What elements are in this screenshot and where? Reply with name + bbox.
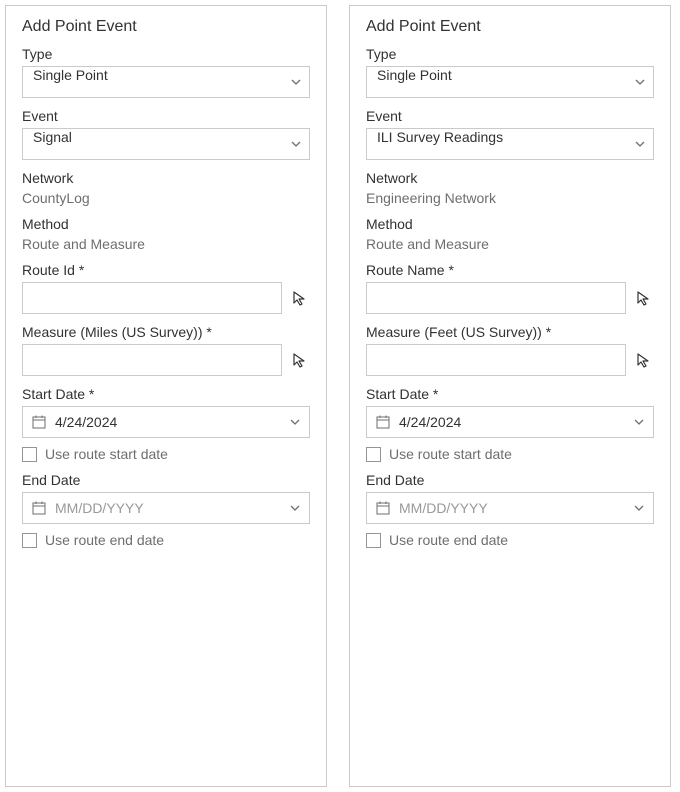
use-route-end-date-label[interactable]: Use route end date: [45, 532, 164, 548]
calendar-icon: [375, 500, 391, 516]
start-date-label: Start Date *: [366, 386, 654, 402]
field-measure: Measure (Miles (US Survey)) *: [22, 324, 310, 376]
cursor-icon: [292, 352, 308, 368]
type-label: Type: [366, 46, 654, 62]
field-event: Event Signal: [22, 108, 310, 160]
map-picker-button[interactable]: [634, 288, 654, 308]
use-route-start-date-label[interactable]: Use route start date: [45, 446, 168, 462]
method-value: Route and Measure: [366, 236, 654, 252]
measure-input[interactable]: [366, 344, 626, 376]
panel-right: Add Point Event Type Single Point Event …: [349, 5, 671, 787]
use-route-start-date-checkbox[interactable]: [366, 447, 381, 462]
field-route: Route Name *: [366, 262, 654, 314]
calendar-icon: [375, 414, 391, 430]
event-label: Event: [22, 108, 310, 124]
event-select-value: ILI Survey Readings: [366, 128, 654, 160]
method-label: Method: [366, 216, 654, 232]
route-label: Route Name *: [366, 262, 654, 278]
use-route-end-date-checkbox[interactable]: [366, 533, 381, 548]
network-value: CountyLog: [22, 190, 310, 206]
end-date-label: End Date: [366, 472, 654, 488]
start-date-value: 4/24/2024: [399, 414, 625, 430]
route-input[interactable]: [366, 282, 626, 314]
field-type: Type Single Point: [22, 46, 310, 98]
chevron-down-icon: [633, 416, 645, 428]
network-value: Engineering Network: [366, 190, 654, 206]
field-network: Network Engineering Network: [366, 170, 654, 206]
cursor-icon: [292, 290, 308, 306]
field-start-date: Start Date * 4/24/2024 Use route start d…: [366, 386, 654, 462]
panel-title: Add Point Event: [22, 18, 310, 36]
field-end-date: End Date MM/DD/YYYY Use route end date: [22, 472, 310, 548]
start-date-label: Start Date *: [22, 386, 310, 402]
measure-label: Measure (Miles (US Survey)) *: [22, 324, 310, 340]
field-method: Method Route and Measure: [366, 216, 654, 252]
event-select[interactable]: ILI Survey Readings: [366, 128, 654, 160]
calendar-icon: [31, 500, 47, 516]
field-method: Method Route and Measure: [22, 216, 310, 252]
event-select[interactable]: Signal: [22, 128, 310, 160]
chevron-down-icon: [633, 502, 645, 514]
panel-title: Add Point Event: [366, 18, 654, 36]
use-route-start-date-label[interactable]: Use route start date: [389, 446, 512, 462]
event-select-value: Signal: [22, 128, 310, 160]
calendar-icon: [31, 414, 47, 430]
use-route-end-date-checkbox[interactable]: [22, 533, 37, 548]
chevron-down-icon: [289, 416, 301, 428]
network-label: Network: [366, 170, 654, 186]
type-select-value: Single Point: [22, 66, 310, 98]
start-date-input[interactable]: 4/24/2024: [22, 406, 310, 438]
panel-left: Add Point Event Type Single Point Event …: [5, 5, 327, 787]
route-input[interactable]: [22, 282, 282, 314]
type-select[interactable]: Single Point: [22, 66, 310, 98]
field-type: Type Single Point: [366, 46, 654, 98]
field-route: Route Id *: [22, 262, 310, 314]
end-date-placeholder: MM/DD/YYYY: [399, 500, 625, 516]
method-label: Method: [22, 216, 310, 232]
map-picker-button[interactable]: [290, 350, 310, 370]
end-date-input[interactable]: MM/DD/YYYY: [22, 492, 310, 524]
map-picker-button[interactable]: [290, 288, 310, 308]
field-event: Event ILI Survey Readings: [366, 108, 654, 160]
network-label: Network: [22, 170, 310, 186]
event-label: Event: [366, 108, 654, 124]
field-network: Network CountyLog: [22, 170, 310, 206]
measure-label: Measure (Feet (US Survey)) *: [366, 324, 654, 340]
type-label: Type: [22, 46, 310, 62]
use-route-end-date-label[interactable]: Use route end date: [389, 532, 508, 548]
end-date-label: End Date: [22, 472, 310, 488]
end-date-input[interactable]: MM/DD/YYYY: [366, 492, 654, 524]
field-start-date: Start Date * 4/24/2024 Use route start d…: [22, 386, 310, 462]
method-value: Route and Measure: [22, 236, 310, 252]
chevron-down-icon: [289, 502, 301, 514]
route-label: Route Id *: [22, 262, 310, 278]
start-date-value: 4/24/2024: [55, 414, 281, 430]
start-date-input[interactable]: 4/24/2024: [366, 406, 654, 438]
field-end-date: End Date MM/DD/YYYY Use route end date: [366, 472, 654, 548]
type-select[interactable]: Single Point: [366, 66, 654, 98]
field-measure: Measure (Feet (US Survey)) *: [366, 324, 654, 376]
cursor-icon: [636, 290, 652, 306]
cursor-icon: [636, 352, 652, 368]
use-route-start-date-checkbox[interactable]: [22, 447, 37, 462]
type-select-value: Single Point: [366, 66, 654, 98]
map-picker-button[interactable]: [634, 350, 654, 370]
end-date-placeholder: MM/DD/YYYY: [55, 500, 281, 516]
measure-input[interactable]: [22, 344, 282, 376]
